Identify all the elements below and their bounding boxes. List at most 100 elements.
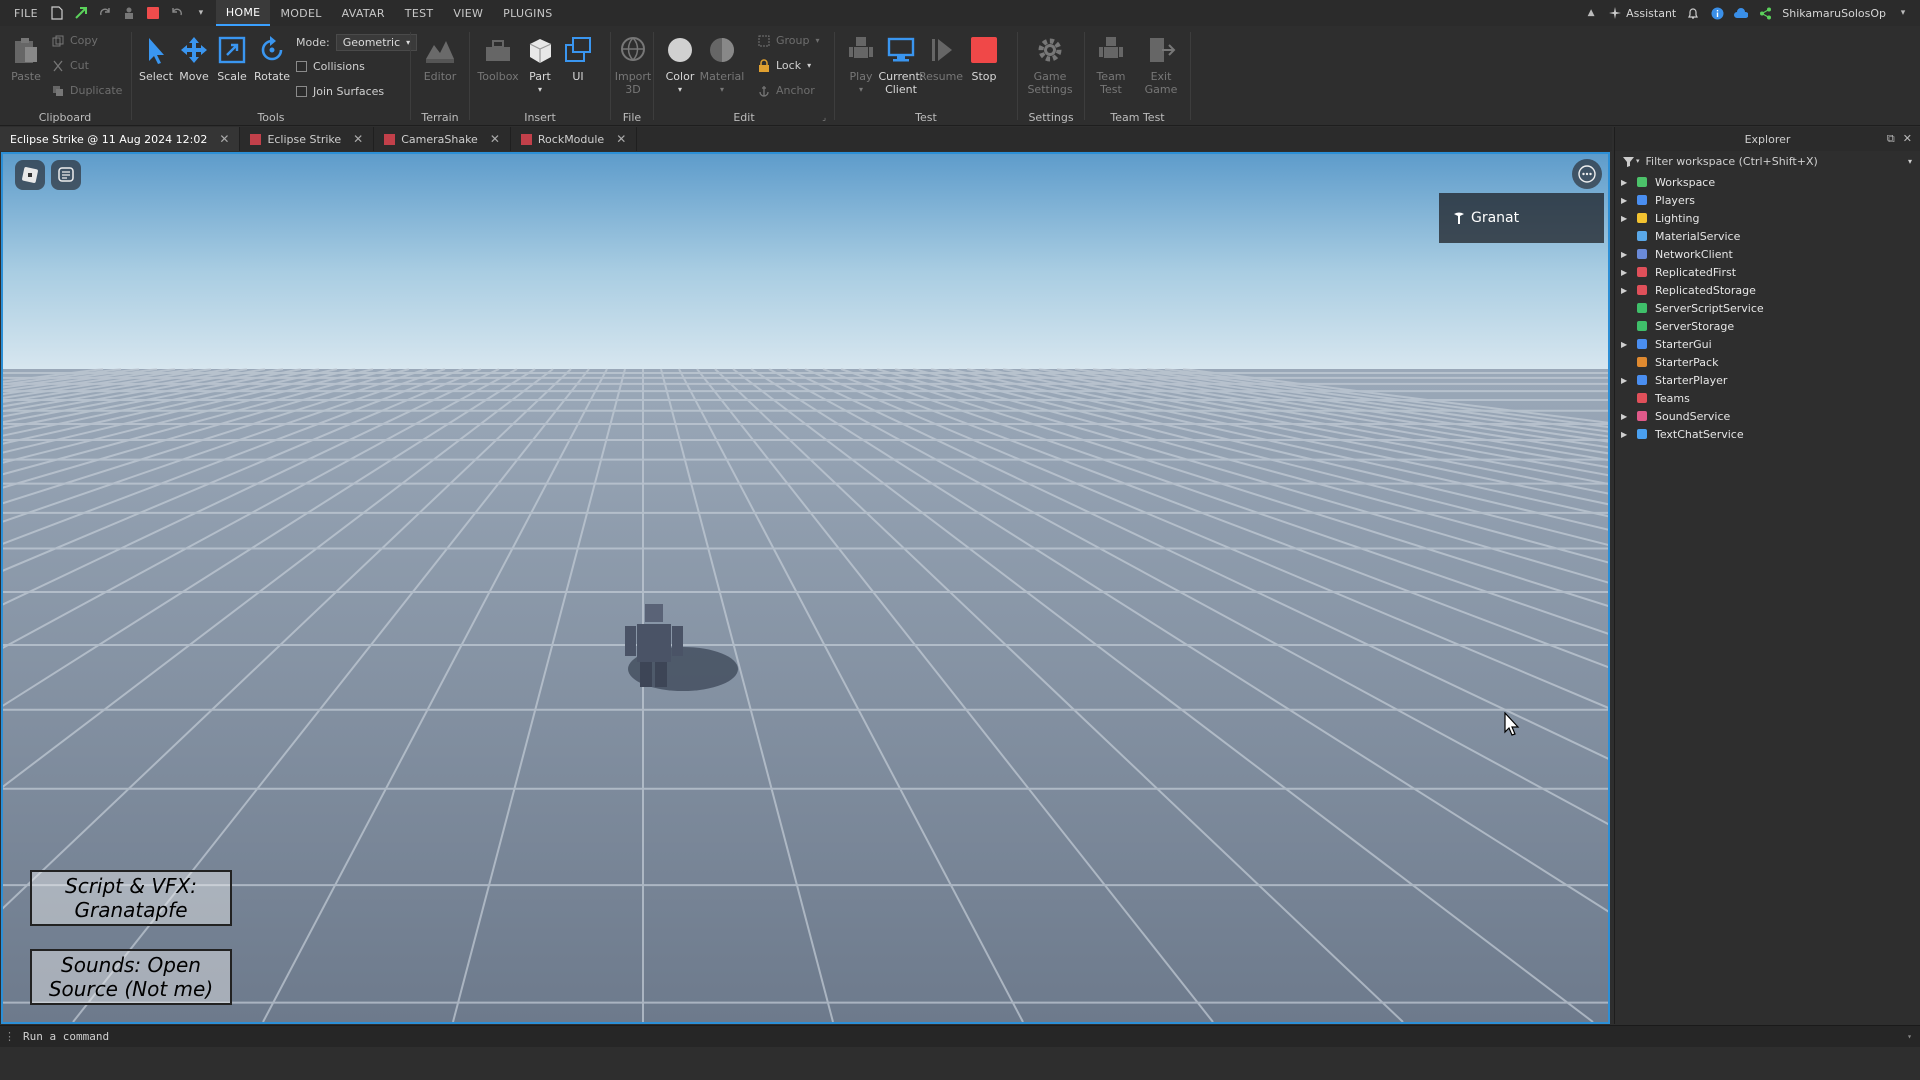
explorer-item[interactable]: ▶ TextChatService — [1615, 425, 1920, 443]
exit-game-button[interactable]: Exit Game — [1141, 34, 1181, 96]
copy-button[interactable]: Copy — [52, 34, 98, 47]
duplicate-button[interactable]: Duplicate — [52, 84, 122, 97]
explorer-item[interactable]: MaterialService — [1615, 227, 1920, 245]
explorer-item[interactable]: ▶ SoundService — [1615, 407, 1920, 425]
assistant-button[interactable]: Assistant — [1608, 6, 1676, 20]
close-icon[interactable]: ✕ — [490, 132, 500, 146]
explorer-item[interactable]: ▶ StarterPlayer — [1615, 371, 1920, 389]
menu-home[interactable]: HOME — [215, 0, 271, 26]
notifications-icon[interactable] — [1686, 6, 1700, 20]
share-icon[interactable] — [1758, 6, 1772, 20]
explorer-item[interactable]: ServerScriptService — [1615, 299, 1920, 317]
mode-dropdown[interactable]: Geometric ▾ — [335, 34, 418, 51]
explorer-item[interactable]: StarterPack — [1615, 353, 1920, 371]
expand-arrow-icon[interactable]: ▶ — [1615, 412, 1631, 421]
redo-icon[interactable] — [98, 6, 112, 20]
import-3d-button[interactable]: Import 3D — [613, 34, 653, 96]
chevron-down-icon[interactable]: ▾ — [1908, 157, 1912, 166]
menu-file[interactable]: FILE — [14, 0, 40, 26]
expand-arrow-icon[interactable]: ▶ — [1615, 340, 1631, 349]
chevron-down-icon[interactable]: ▾ — [678, 83, 682, 96]
explorer-item[interactable]: ▶ ReplicatedStorage — [1615, 281, 1920, 299]
player-list-entry[interactable]: Granat — [1439, 193, 1604, 243]
lock-button[interactable]: Lock ▾ — [758, 59, 811, 72]
close-icon[interactable]: ✕ — [616, 132, 626, 146]
collapse-ribbon-icon[interactable]: ▲ — [1584, 6, 1598, 20]
explorer-item[interactable]: ▶ ReplicatedFirst — [1615, 263, 1920, 281]
expand-arrow-icon[interactable]: ▶ — [1615, 214, 1631, 223]
team-icon[interactable] — [122, 6, 136, 20]
expand-arrow-icon[interactable]: ▶ — [1615, 430, 1631, 439]
terrain-editor-button[interactable]: Editor — [420, 34, 460, 83]
chevron-down-icon[interactable]: ▾ — [859, 83, 863, 96]
explorer-filter[interactable]: ▾ Filter workspace (Ctrl+Shift+X) ▾ — [1615, 151, 1920, 171]
expand-arrow-icon[interactable]: ▶ — [1615, 268, 1631, 277]
customize-dropdown-icon[interactable]: ▾ — [194, 6, 208, 20]
expand-arrow-icon[interactable]: ▶ — [1615, 286, 1631, 295]
close-icon[interactable]: ✕ — [353, 132, 363, 146]
stop-icon[interactable] — [146, 6, 160, 20]
explorer-item[interactable]: Teams — [1615, 389, 1920, 407]
explorer-item[interactable]: ▶ Lighting — [1615, 209, 1920, 227]
publish-icon[interactable] — [74, 6, 88, 20]
explorer-item[interactable]: ServerStorage — [1615, 317, 1920, 335]
join-surfaces-toggle[interactable]: Join Surfaces — [296, 85, 384, 98]
current-client-button[interactable]: Current: Client — [878, 34, 924, 96]
select-button[interactable]: Select — [136, 34, 176, 83]
rotate-button[interactable]: Rotate — [252, 34, 292, 83]
game-viewport[interactable]: Granat Script & VFX: Granatapfe Sounds: … — [1, 152, 1610, 1024]
expand-group-icon[interactable]: ⌟ — [822, 113, 826, 122]
expand-arrow-icon[interactable]: ▶ — [1615, 376, 1631, 385]
menu-model[interactable]: MODEL — [270, 0, 331, 26]
menu-plugins[interactable]: PLUGINS — [493, 0, 562, 26]
team-test-button[interactable]: Team Test — [1091, 34, 1131, 96]
tab-place[interactable]: Eclipse Strike @ 11 Aug 2024 12:02 ✕ — [0, 127, 241, 151]
explorer-item[interactable]: ▶ StarterGui — [1615, 335, 1920, 353]
part-button[interactable]: Part ▾ — [520, 34, 560, 96]
play-button[interactable]: Play ▾ — [841, 34, 881, 96]
group-button[interactable]: Group ▾ — [758, 34, 820, 47]
more-options-button[interactable] — [1572, 159, 1602, 189]
chat-toggle-button[interactable] — [51, 160, 81, 190]
color-button[interactable]: Color ▾ — [660, 34, 700, 96]
command-bar[interactable]: ⋮ Run a command ▾ — [0, 1025, 1920, 1047]
new-file-icon[interactable] — [50, 6, 64, 20]
command-input[interactable]: Run a command — [23, 1030, 109, 1043]
roblox-menu-button[interactable] — [15, 160, 45, 190]
cut-button[interactable]: Cut — [52, 59, 89, 72]
cloud-icon[interactable] — [1734, 6, 1749, 20]
join-surfaces-checkbox[interactable] — [296, 86, 307, 97]
ui-button[interactable]: UI — [558, 34, 598, 83]
filter-input[interactable]: Filter workspace (Ctrl+Shift+X) — [1646, 155, 1818, 168]
scale-button[interactable]: Scale — [212, 34, 252, 83]
tab-script-eclipse-strike[interactable]: Eclipse Strike ✕ — [240, 127, 375, 151]
material-button[interactable]: Material ▾ — [700, 34, 744, 96]
resume-button[interactable]: Resume — [919, 34, 963, 83]
info-icon[interactable] — [1710, 6, 1724, 20]
menu-test[interactable]: TEST — [395, 0, 444, 26]
close-icon[interactable]: ✕ — [1903, 132, 1912, 146]
expand-arrow-icon[interactable]: ▶ — [1615, 196, 1631, 205]
chevron-down-icon[interactable]: ▾ — [538, 83, 542, 96]
chevron-down-icon[interactable]: ▾ — [720, 83, 724, 96]
tab-script-camerashake[interactable]: CameraShake ✕ — [374, 127, 511, 151]
popout-icon[interactable]: ⧉ — [1887, 132, 1895, 146]
stop-button[interactable]: Stop — [964, 34, 1004, 83]
close-icon[interactable]: ✕ — [219, 132, 229, 146]
username-label[interactable]: ShikamaruSolosOp — [1782, 7, 1886, 20]
account-dropdown-icon[interactable]: ▾ — [1896, 6, 1910, 20]
collisions-toggle[interactable]: Collisions — [296, 60, 365, 73]
tab-script-rockmodule[interactable]: RockModule ✕ — [511, 127, 638, 151]
explorer-item[interactable]: ▶ Players — [1615, 191, 1920, 209]
move-button[interactable]: Move — [174, 34, 214, 83]
collisions-checkbox[interactable] — [296, 61, 307, 72]
chevron-down-icon[interactable]: ▾ — [1907, 1032, 1912, 1041]
explorer-item[interactable]: ▶ Workspace — [1615, 173, 1920, 191]
explorer-item[interactable]: ▶ NetworkClient — [1615, 245, 1920, 263]
undo-icon[interactable] — [170, 6, 184, 20]
expand-arrow-icon[interactable]: ▶ — [1615, 250, 1631, 259]
paste-button[interactable]: Paste — [6, 34, 46, 83]
anchor-button[interactable]: Anchor — [758, 84, 815, 97]
toolbox-button[interactable]: Toolbox — [477, 34, 519, 83]
game-settings-button[interactable]: Game Settings — [1027, 34, 1073, 96]
